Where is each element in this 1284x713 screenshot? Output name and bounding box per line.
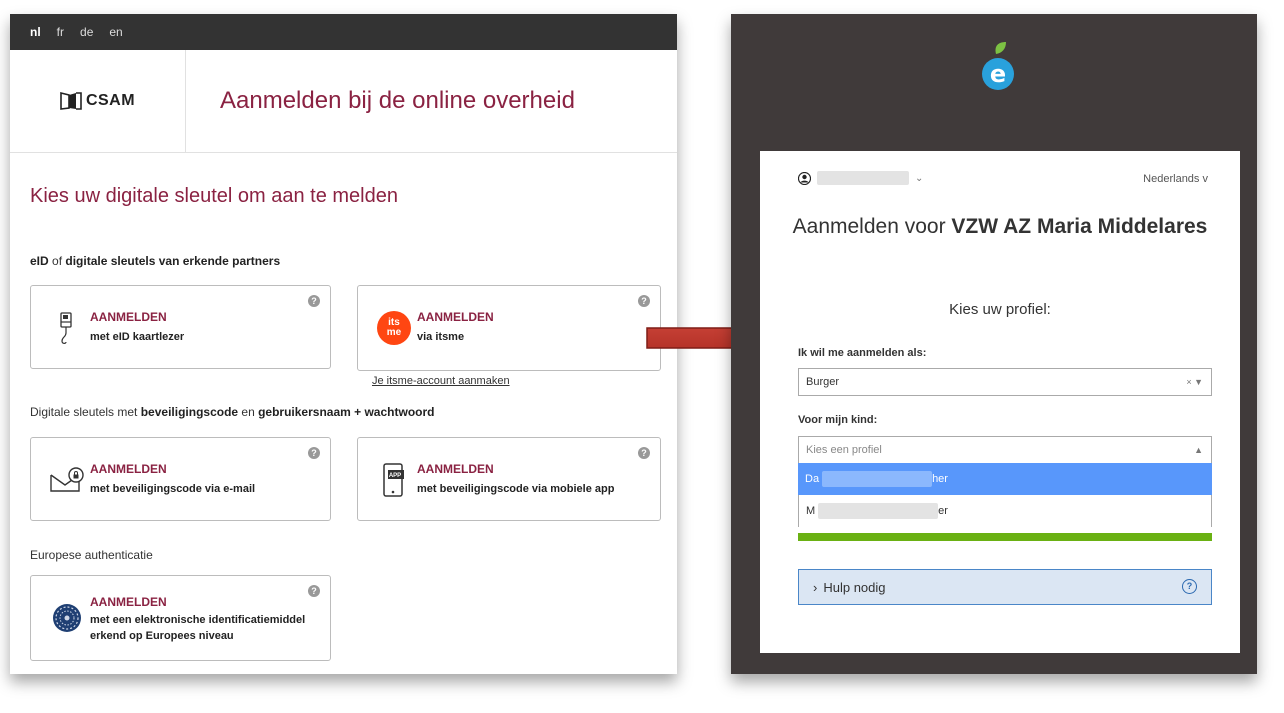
login-heading: Aanmelden voor VZW AZ Maria Middelares: [760, 215, 1240, 239]
choose-profile-label: Kies uw profiel:: [949, 301, 1051, 318]
child-label: Voor mijn kind:: [798, 414, 878, 426]
login-as-select[interactable]: Burger × ▼: [798, 368, 1212, 396]
lang-fr[interactable]: fr: [57, 25, 64, 39]
page-title: Aanmelden bij de online overheid: [220, 87, 575, 114]
profile-card: ⌄ Nederlands v Aanmelden voor VZW AZ Mar…: [760, 151, 1240, 653]
login-card-mobile-app[interactable]: ? APP AANMELDEN met beveiligingscode via…: [357, 437, 661, 521]
help-icon[interactable]: ?: [638, 295, 650, 307]
e-logo: e: [980, 32, 1016, 101]
green-confirm-bar: [798, 533, 1212, 541]
app-badge-text: APP: [388, 473, 402, 479]
redacted-username: [817, 171, 909, 185]
group-label-eid-part2: of: [48, 254, 66, 268]
chevron-down-icon: ⌄: [915, 172, 924, 184]
itsme-create-account-link[interactable]: Je itsme-account aanmaken: [372, 375, 510, 387]
question-icon: ?: [1182, 579, 1197, 594]
csam-header: CSAM Aanmelden bij de online overheid: [10, 50, 677, 153]
card-title: AANMELDEN: [417, 310, 494, 324]
card-subtitle: met beveiligingscode via e-mail: [90, 483, 256, 495]
clear-and-dropdown-icon[interactable]: × ▼: [1186, 377, 1203, 387]
child-profile-select[interactable]: Kies een profiel ▲: [798, 436, 1212, 464]
chevron-right-icon: ›: [813, 579, 818, 595]
help-icon[interactable]: ?: [308, 585, 320, 597]
lang-en[interactable]: en: [109, 25, 122, 39]
redacted-name: [818, 503, 939, 519]
help-button-label: Hulp nodig: [823, 579, 886, 595]
group-label-sc-part1: Digitale sleutels met: [30, 405, 141, 419]
group-label-eid-part3: digitale sleutels van erkende partners: [65, 254, 281, 268]
option-2-suffix: er: [938, 505, 948, 517]
card-title: AANMELDEN: [90, 310, 167, 324]
help-icon[interactable]: ?: [638, 447, 650, 459]
email-lock-icon: [47, 460, 87, 500]
group-label-sc-part4: gebruikersnaam + wachtwoord: [258, 405, 435, 419]
profile-option-2[interactable]: M er: [798, 495, 1212, 527]
card-subtitle: via itsme: [417, 331, 465, 343]
heading-prefix: Aanmelden voor: [792, 215, 952, 238]
login-as-value: Burger: [806, 376, 840, 388]
help-button[interactable]: › Hulp nodig ?: [798, 569, 1212, 605]
lang-nl[interactable]: nl: [30, 25, 41, 39]
group-label-european: Europese authenticatie: [30, 548, 153, 562]
redacted-name: [822, 471, 933, 487]
e-logo-letter: e: [989, 60, 1007, 88]
option-2-prefix: M: [806, 505, 816, 517]
card-subtitle: met een elektronische identificatiemidde…: [90, 614, 306, 642]
eu-stars-icon: [47, 598, 87, 638]
group-label-sc-part2: beveiligingscode: [140, 405, 239, 419]
profile-select-panel: e ⌄ Nederlands v Aanmelden voor VZW AZ M…: [731, 14, 1257, 674]
help-icon[interactable]: ?: [308, 447, 320, 459]
group-label-eid-part1: eID: [30, 254, 49, 268]
group-label-security-code: Digitale sleutels met beveiligingscode e…: [30, 405, 434, 419]
login-card-eid[interactable]: ? AANMELDEN met eID kaartlezer: [30, 285, 331, 369]
language-selector[interactable]: Nederlands v: [1143, 173, 1208, 185]
csam-logo[interactable]: CSAM: [10, 50, 186, 152]
itsme-icon: its me: [374, 308, 414, 348]
option-1-suffix: her: [932, 473, 948, 485]
dropdown-up-icon[interactable]: ▲: [1194, 445, 1203, 455]
card-reader-icon: [47, 308, 87, 348]
card-title: AANMELDEN: [90, 595, 167, 609]
login-card-itsme[interactable]: ? its me AANMELDEN via itsme: [357, 285, 661, 371]
group-label-eid: eID of digitale sleutels van erkende par…: [30, 254, 280, 268]
language-bar: nl fr de en: [10, 14, 677, 50]
heading-organization: VZW AZ Maria Middelares: [951, 215, 1208, 238]
csam-logo-text: CSAM: [85, 92, 136, 109]
card-title: AANMELDEN: [417, 462, 494, 476]
user-avatar-icon: [798, 171, 811, 185]
card-title: AANMELDEN: [90, 462, 167, 476]
help-icon[interactable]: ?: [308, 295, 320, 307]
user-menu[interactable]: ⌄: [798, 171, 923, 185]
lang-de[interactable]: de: [80, 25, 93, 39]
csam-login-panel: nl fr de en CSAM Aanmelden bij de online…: [10, 14, 677, 674]
language-selector-label: Nederlands: [1143, 173, 1200, 185]
mobile-app-icon: APP: [374, 460, 414, 500]
itsme-logo-text: its me: [386, 317, 402, 338]
card-subtitle: met beveiligingscode via mobiele app: [417, 483, 615, 495]
child-profile-placeholder: Kies een profiel: [806, 444, 882, 456]
chevron-down-icon: v: [1202, 173, 1209, 185]
login-card-email-code[interactable]: ? AANMELDEN met beveiligingscode via e-m…: [30, 437, 331, 521]
login-card-european[interactable]: ? AANMELDEN met een elektronische identi…: [30, 575, 331, 661]
card-subtitle: met eID kaartlezer: [90, 331, 185, 343]
profile-option-1[interactable]: Da her: [798, 463, 1212, 495]
group-label-sc-part3: en: [238, 405, 259, 419]
login-as-label: Ik wil me aanmelden als:: [798, 347, 927, 359]
option-1-prefix: Da: [805, 473, 820, 485]
section-title: Kies uw digitale sleutel om aan te melde…: [30, 185, 398, 207]
door-icon: [60, 92, 82, 110]
